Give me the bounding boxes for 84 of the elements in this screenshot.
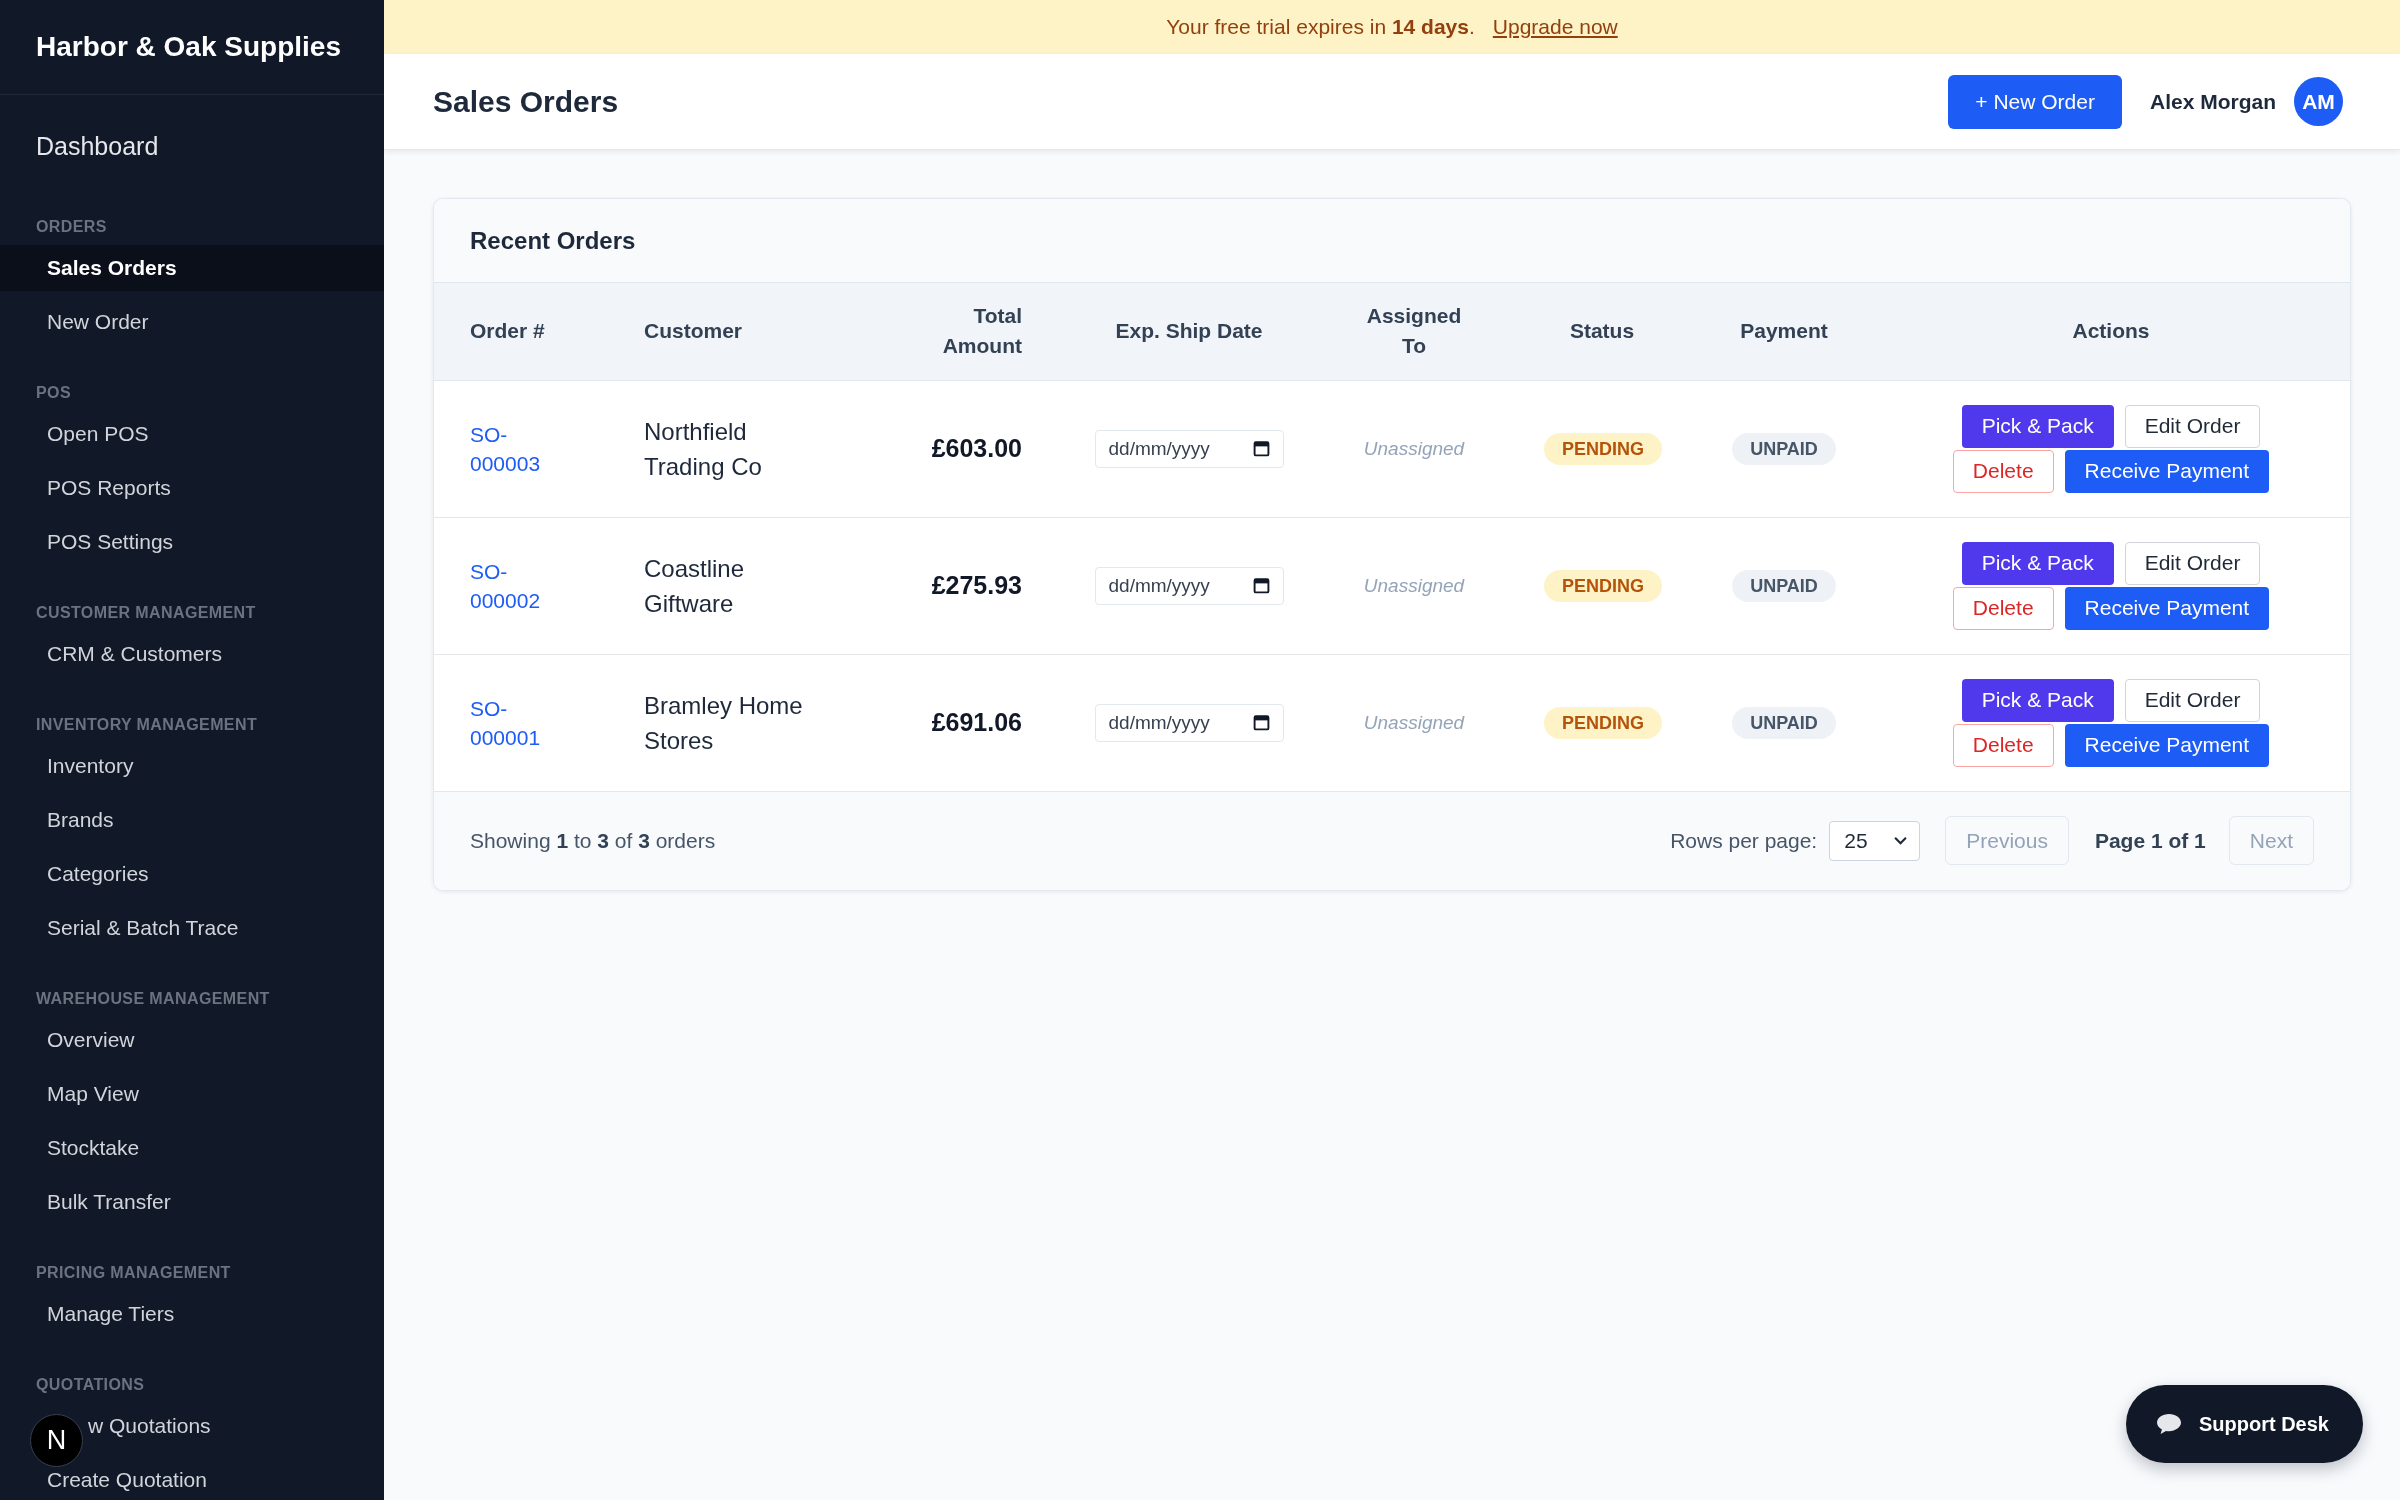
rows-per-page-label: Rows per page:: [1670, 828, 1818, 853]
receive-payment-button[interactable]: Receive Payment: [2064, 449, 2270, 493]
column-header: Actions: [1872, 283, 2350, 380]
results-summary: Showing 1 to 3 of 3 orders: [470, 828, 716, 853]
pick-pack-button[interactable]: Pick & Pack: [1961, 678, 2114, 722]
edit-order-button[interactable]: Edit Order: [2124, 404, 2261, 448]
trial-message: Your free trial expires in 14 days.: [1166, 15, 1475, 39]
status-pill: PENDING: [1544, 432, 1662, 465]
sidebar-item[interactable]: Dashboard: [0, 124, 384, 168]
sidebar-item[interactable]: POS Reports: [0, 467, 384, 509]
calendar-icon: [1252, 576, 1270, 594]
status-pill: PENDING: [1544, 706, 1662, 739]
support-desk-button[interactable]: Support Desk: [2125, 1385, 2363, 1463]
sidebar-item[interactable]: Open POS: [0, 413, 384, 455]
customer-name: Coastline Giftware: [608, 517, 866, 654]
column-header: Total Amount: [866, 283, 1058, 380]
sidebar-section-label: WAREHOUSE MANAGEMENT: [35, 990, 271, 1008]
sidebar-item[interactable]: Map View: [0, 1073, 384, 1115]
sidebar-item[interactable]: Bulk Transfer: [0, 1181, 384, 1223]
sidebar-item[interactable]: Manage Tiers: [0, 1293, 384, 1335]
edit-order-button[interactable]: Edit Order: [2124, 541, 2261, 585]
sidebar-section-label: ORDERS: [35, 218, 108, 236]
sidebar-item[interactable]: Serial & Batch Trace: [0, 907, 384, 949]
order-total: £275.93: [866, 517, 1058, 654]
page-info: Page 1 of 1: [2094, 828, 2206, 853]
payment-pill: UNPAID: [1732, 432, 1836, 465]
column-header: Assigned To: [1320, 283, 1508, 380]
customer-name: Northfield Trading Co: [608, 380, 866, 517]
receive-payment-button[interactable]: Receive Payment: [2064, 586, 2270, 630]
sidebar-item[interactable]: Brands: [0, 799, 384, 841]
sidebar-section-label: INVENTORY MANAGEMENT: [35, 716, 259, 734]
date-field[interactable]: dd/mm/yyyy: [1094, 429, 1284, 468]
page-title: Sales Orders: [433, 84, 619, 119]
delete-button[interactable]: Delete: [1952, 723, 2054, 767]
pick-pack-button[interactable]: Pick & Pack: [1961, 404, 2114, 448]
order-total: £691.06: [866, 654, 1058, 791]
sidebar-section-label: PRICING MANAGEMENT: [35, 1264, 232, 1282]
order-total: £603.00: [866, 380, 1058, 517]
order-link[interactable]: SO-000003: [470, 419, 558, 478]
sidebar-section-label: QUOTATIONS: [35, 1376, 146, 1394]
column-header: Exp. Ship Date: [1058, 283, 1320, 380]
customer-name: Bramley Home Stores: [608, 654, 866, 791]
date-field[interactable]: dd/mm/yyyy: [1094, 566, 1284, 605]
status-pill: PENDING: [1544, 569, 1662, 602]
column-header: Customer: [608, 283, 866, 380]
sidebar-item[interactable]: w Quotations: [88, 1405, 384, 1447]
sidebar-item[interactable]: Categories: [0, 853, 384, 895]
edit-order-button[interactable]: Edit Order: [2124, 678, 2261, 722]
user-name: Alex Morgan: [2149, 89, 2276, 114]
order-link[interactable]: SO-000001: [470, 693, 558, 752]
sidebar-item[interactable]: Overview: [0, 1019, 384, 1061]
chat-bubble-icon: [2155, 1413, 2182, 1435]
column-header: Payment: [1696, 283, 1872, 380]
calendar-icon: [1252, 713, 1270, 731]
dev-badge-button[interactable]: N: [30, 1414, 83, 1467]
payment-pill: UNPAID: [1732, 706, 1836, 739]
new-order-button[interactable]: + New Order: [1948, 74, 2122, 129]
user-avatar[interactable]: AM: [2294, 77, 2343, 126]
receive-payment-button[interactable]: Receive Payment: [2064, 723, 2270, 767]
sidebar-item[interactable]: Sales Orders: [0, 245, 384, 291]
sidebar-section-label: CUSTOMER MANAGEMENT: [35, 604, 257, 622]
assignee-text: Unassigned: [1320, 517, 1508, 654]
sidebar-item[interactable]: Inventory: [0, 745, 384, 787]
chevron-down-icon: [1894, 836, 1908, 845]
sidebar-item[interactable]: CRM & Customers: [0, 633, 384, 675]
column-header: Order #: [434, 283, 608, 380]
assignee-text: Unassigned: [1320, 380, 1508, 517]
sidebar-section-label: POS: [35, 384, 72, 402]
column-header: Status: [1508, 283, 1696, 380]
upgrade-link[interactable]: Upgrade now: [1492, 15, 1618, 39]
rows-per-page-select[interactable]: 25: [1829, 820, 1921, 861]
pick-pack-button[interactable]: Pick & Pack: [1961, 541, 2114, 585]
delete-button[interactable]: Delete: [1952, 449, 2054, 493]
assignee-text: Unassigned: [1320, 654, 1508, 791]
payment-pill: UNPAID: [1732, 569, 1836, 602]
sidebar-item[interactable]: New Order: [0, 301, 384, 343]
brand-name: Harbor & Oak Supplies: [36, 31, 341, 63]
calendar-icon: [1252, 439, 1270, 457]
date-field[interactable]: dd/mm/yyyy: [1094, 703, 1284, 742]
sidebar-item[interactable]: POS Settings: [0, 521, 384, 563]
card-title: Recent Orders: [470, 226, 636, 255]
delete-button[interactable]: Delete: [1952, 586, 2054, 630]
order-link[interactable]: SO-000002: [470, 556, 558, 615]
sidebar-item[interactable]: Stocktake: [0, 1127, 384, 1169]
